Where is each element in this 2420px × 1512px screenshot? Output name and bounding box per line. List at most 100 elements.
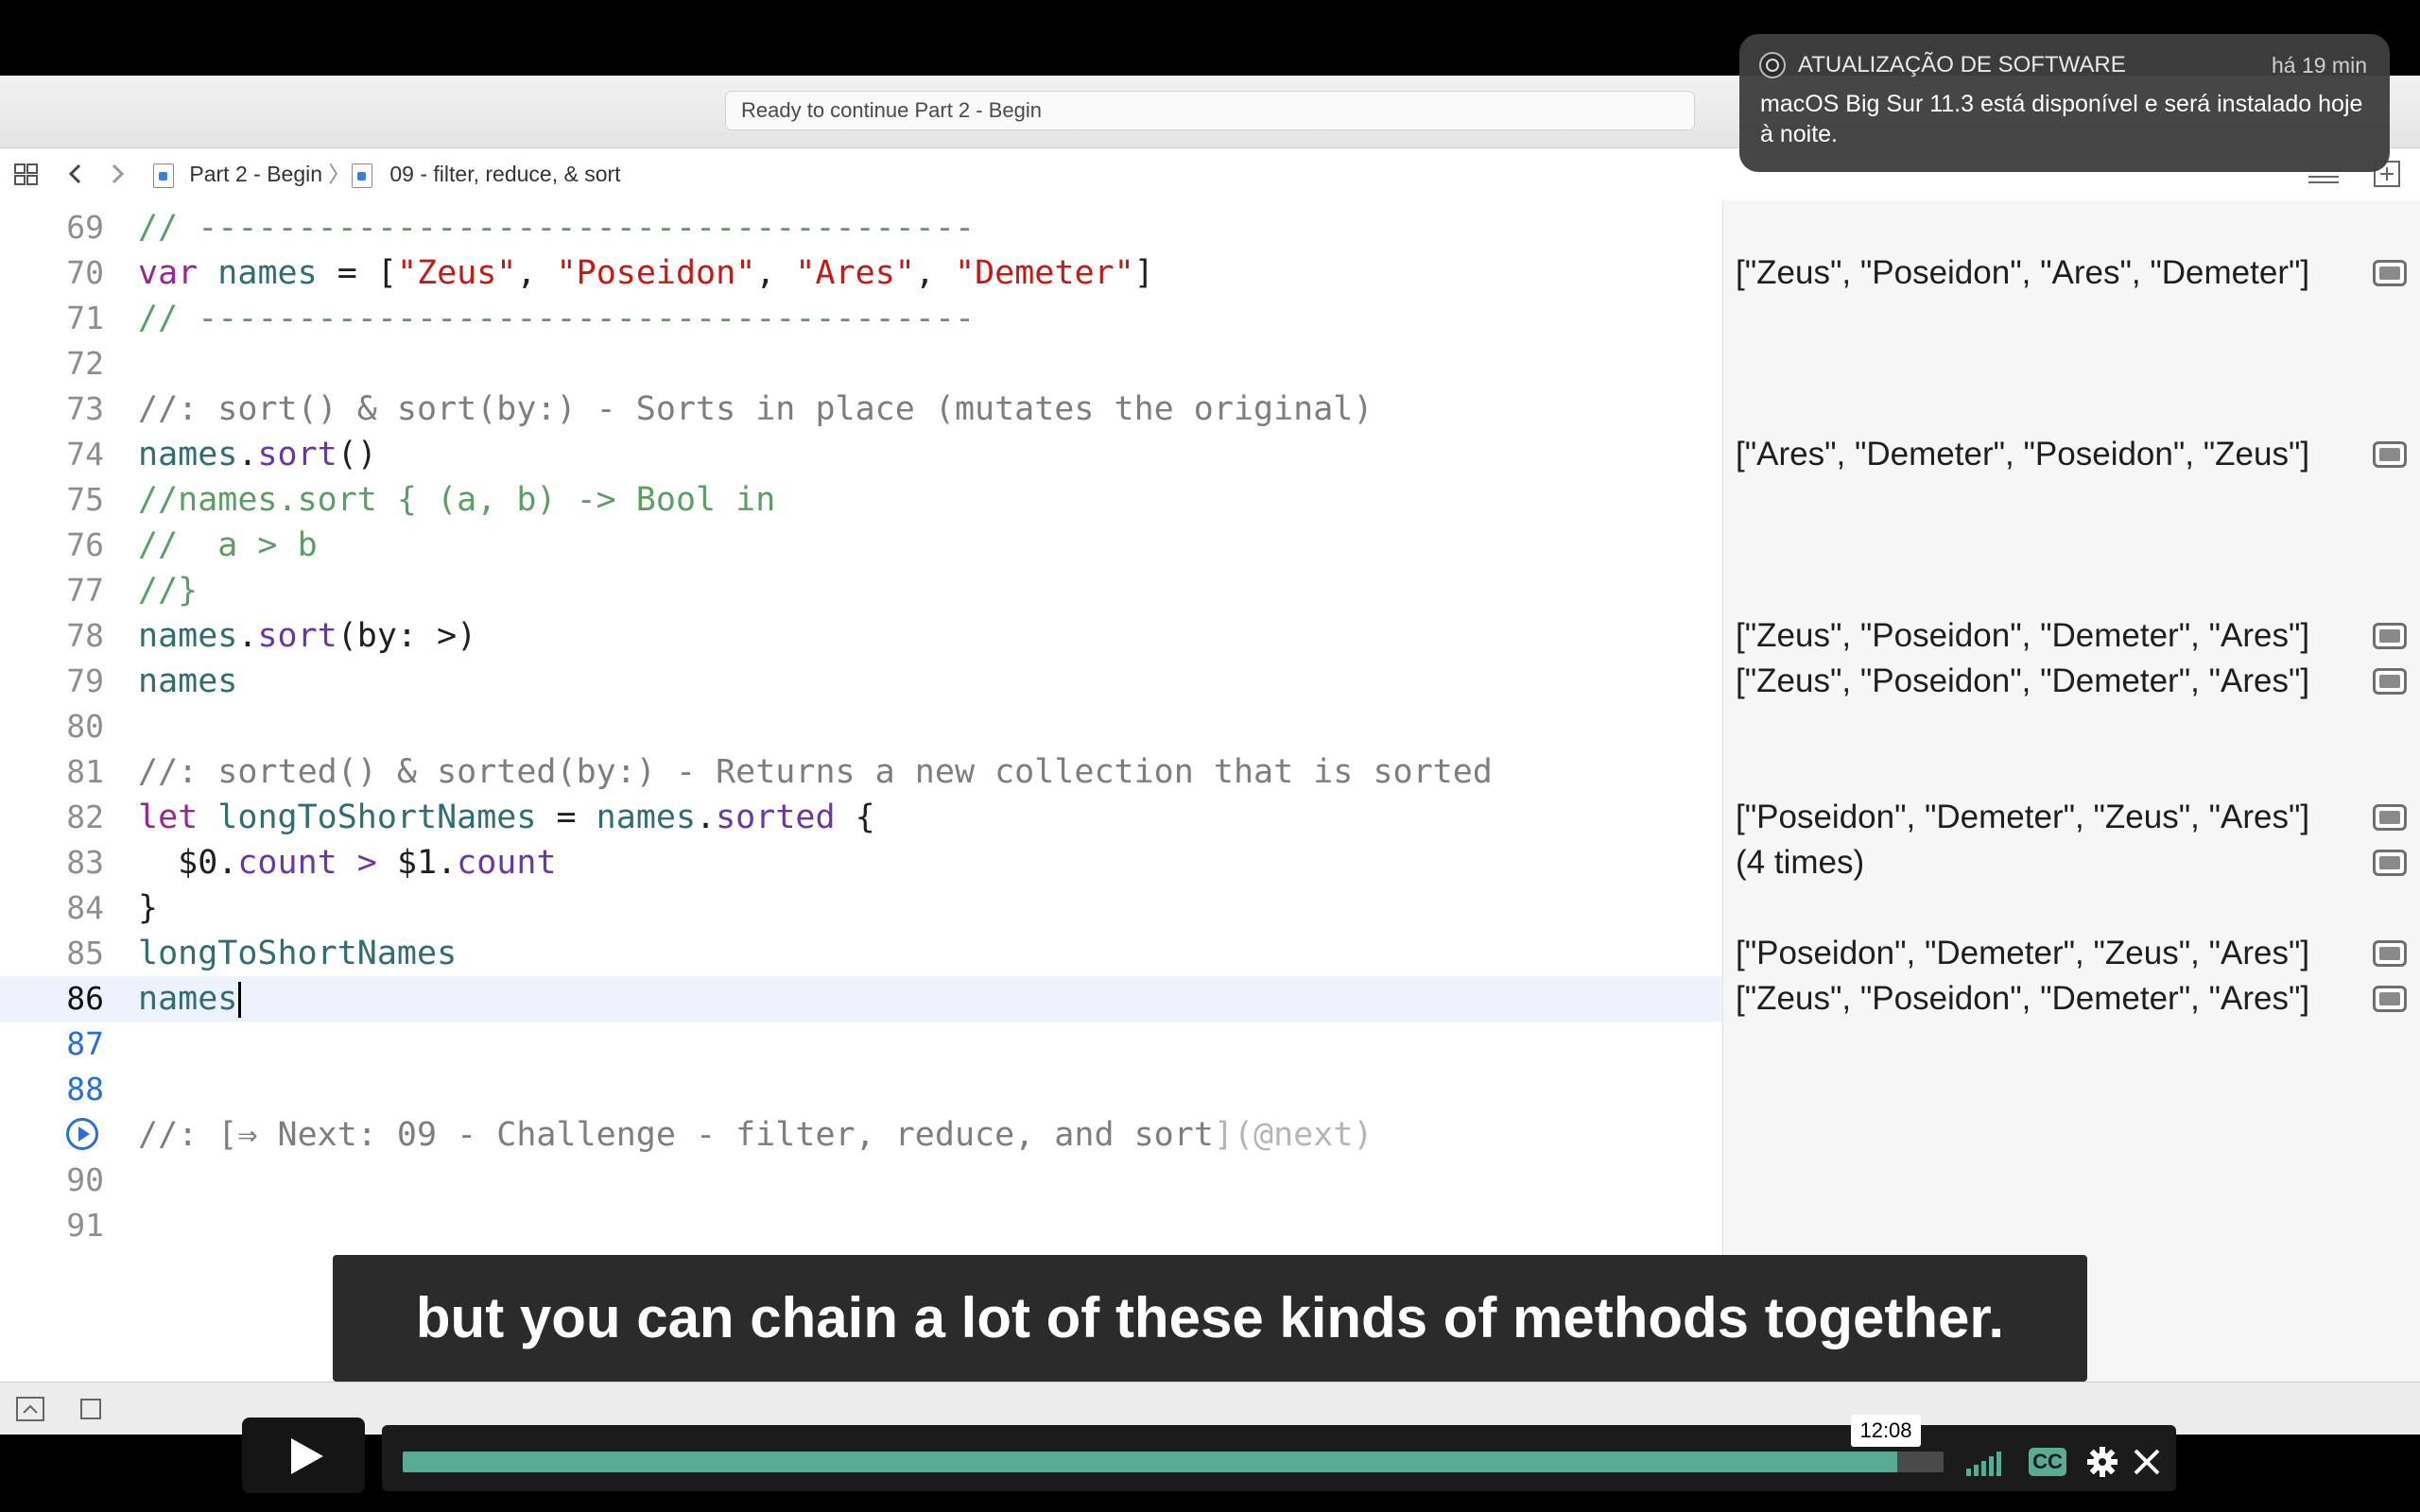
hide-debug-area-icon[interactable] xyxy=(15,1396,45,1427)
code-line[interactable]: 77 //} xyxy=(0,568,1722,613)
code-token: // -------------------------------------… xyxy=(138,209,976,247)
line-number: 80 xyxy=(66,708,104,745)
code-line[interactable]: 69 // -----------------------------------… xyxy=(0,205,1722,250)
code-line[interactable]: 83 $0.count > $1.count xyxy=(0,840,1722,885)
settings-gear-icon[interactable] xyxy=(2086,1446,2118,1483)
code-line[interactable]: 72 xyxy=(0,341,1722,387)
code-token: "Ares" xyxy=(795,254,915,292)
breadcrumb-file[interactable]: 09 - filter, reduce, & sort xyxy=(352,148,621,200)
run-line-icon[interactable] xyxy=(66,1118,98,1150)
code-line[interactable]: 81 //: sorted() & sorted(by:) - Returns a… xyxy=(0,749,1722,795)
code-token: sort xyxy=(257,436,337,473)
code-line[interactable]: 75 //names.sort { (a, b) -> Bool in xyxy=(0,477,1722,523)
code-line[interactable]: 78 names.sort(by: >) xyxy=(0,613,1722,659)
code-token: count xyxy=(237,844,337,882)
code-line[interactable]: 85 longToShortNames xyxy=(0,931,1722,976)
line-number: 73 xyxy=(66,390,104,427)
software-update-icon xyxy=(1758,51,1787,84)
code-line[interactable]: 76 // a > b xyxy=(0,523,1722,568)
code-line[interactable]: 84} xyxy=(0,885,1722,931)
exit-fullscreen-icon[interactable] xyxy=(2133,1448,2161,1481)
code-line[interactable]: 79 names xyxy=(0,659,1722,704)
notification-time: há 19 min xyxy=(2271,53,2367,77)
stop-icon[interactable] xyxy=(79,1398,102,1425)
code-text: // -------------------------------------… xyxy=(138,205,975,250)
volume-icon[interactable] xyxy=(1966,1450,2010,1481)
code-line[interactable]: 90 xyxy=(0,1158,1722,1203)
forward-chevron-icon[interactable] xyxy=(108,148,127,200)
time-tooltip: 12:08 xyxy=(1851,1415,1921,1447)
code-line[interactable]: 71 // -----------------------------------… xyxy=(0,296,1722,341)
code-token: . xyxy=(237,436,258,473)
code-token: "Zeus" xyxy=(396,254,517,292)
result-value: ["Zeus", "Poseidon", "Ares", "Demeter"] xyxy=(1736,254,2310,291)
code-token: //: sort() & sort(by:) - Sorts in place … xyxy=(138,390,1374,428)
line-number: 87 xyxy=(66,1025,104,1062)
code-token: $1. xyxy=(396,844,458,882)
line-number: 84 xyxy=(66,889,104,926)
progress-track[interactable] xyxy=(403,1452,1944,1472)
cc-icon[interactable]: CC xyxy=(2029,1448,2066,1476)
quick-look-icon[interactable] xyxy=(2373,940,2407,967)
line-number: 85 xyxy=(66,935,104,971)
code-text: //: [⇒ Next: 09 - Challenge - filter, re… xyxy=(138,1112,1373,1158)
code-line[interactable]: //: [⇒ Next: 09 - Challenge - filter, re… xyxy=(0,1112,1722,1158)
code-token: . xyxy=(237,617,258,655)
code-token: sort xyxy=(257,617,337,655)
code-text: } xyxy=(138,885,158,931)
result-value: ["Zeus", "Poseidon", "Demeter", "Ares"] xyxy=(1736,980,2310,1017)
video-caption: but you can chain a lot of these kinds o… xyxy=(333,1255,2087,1382)
code-token: names xyxy=(138,662,238,700)
code-token: "Poseidon" xyxy=(556,254,756,292)
code-token: names xyxy=(596,799,697,836)
breadcrumb-file-label: 09 - filter, reduce, & sort xyxy=(389,162,621,186)
result-value: ["Ares", "Demeter", "Poseidon", "Zeus"] xyxy=(1736,436,2310,472)
code-line[interactable]: 74 names.sort() xyxy=(0,432,1722,477)
code-token: count xyxy=(457,844,557,882)
code-line[interactable]: 70 var names = ["Zeus", "Poseidon", "Ares… xyxy=(0,250,1722,296)
play-button[interactable] xyxy=(242,1418,365,1493)
code-token: names xyxy=(138,436,238,473)
line-number: 77 xyxy=(66,572,104,609)
quick-look-icon[interactable] xyxy=(2373,804,2407,831)
line-number: 70 xyxy=(66,254,104,291)
activity-status: Ready to continue Part 2 - Begin xyxy=(725,91,1695,130)
line-number: 83 xyxy=(66,844,104,881)
code-text: var names = ["Zeus", "Poseidon", "Ares",… xyxy=(138,250,1154,296)
quick-look-icon[interactable] xyxy=(2373,986,2407,1012)
quick-look-icon[interactable] xyxy=(2373,623,2407,649)
code-line[interactable]: 82 let longToShortNames = names.sorted { xyxy=(0,795,1722,840)
quick-look-icon[interactable] xyxy=(2373,668,2407,695)
code-token: "Demeter" xyxy=(955,254,1134,292)
code-token: longToShortNames xyxy=(217,799,537,836)
quick-look-icon[interactable] xyxy=(2373,441,2407,468)
code-line[interactable]: 91 xyxy=(0,1203,1722,1248)
code-token: > xyxy=(337,844,397,882)
code-token: ] xyxy=(1133,254,1154,292)
code-line[interactable]: 88 xyxy=(0,1067,1722,1112)
code-line[interactable]: 86 names xyxy=(0,976,1722,1022)
code-line[interactable]: 80 xyxy=(0,704,1722,749)
code-line[interactable]: 73 //: sort() & sort(by:) - Sorts in plac… xyxy=(0,387,1722,432)
code-text: names.sort(by: >) xyxy=(138,613,476,659)
line-number: 88 xyxy=(66,1071,104,1108)
code-token: names xyxy=(217,254,318,292)
grid-icon[interactable] xyxy=(13,148,40,200)
software-update-notification[interactable]: ATUALIZAÇÃO DE SOFTWARE há 19 min macOS … xyxy=(1739,34,2390,172)
result-value: ["Poseidon", "Demeter", "Zeus", "Ares"] xyxy=(1736,935,2310,971)
breadcrumb-part[interactable]: Part 2 - Begin 〉 xyxy=(153,148,350,200)
back-chevron-icon[interactable] xyxy=(66,148,85,200)
quick-look-icon[interactable] xyxy=(2373,850,2407,876)
quick-look-icon[interactable] xyxy=(2373,260,2407,286)
code-text: names xyxy=(138,976,242,1022)
line-number: 82 xyxy=(66,799,104,835)
line-number: 91 xyxy=(66,1207,104,1244)
code-token: } xyxy=(138,889,159,927)
result-value: (4 times) xyxy=(1736,844,1865,881)
code-token: // -------------------------------------… xyxy=(138,300,976,337)
code-line[interactable]: 87 xyxy=(0,1022,1722,1067)
line-number: 69 xyxy=(66,209,104,246)
line-number: 79 xyxy=(66,662,104,699)
code-text: names xyxy=(138,659,237,704)
results-sidebar xyxy=(1722,200,2420,1382)
